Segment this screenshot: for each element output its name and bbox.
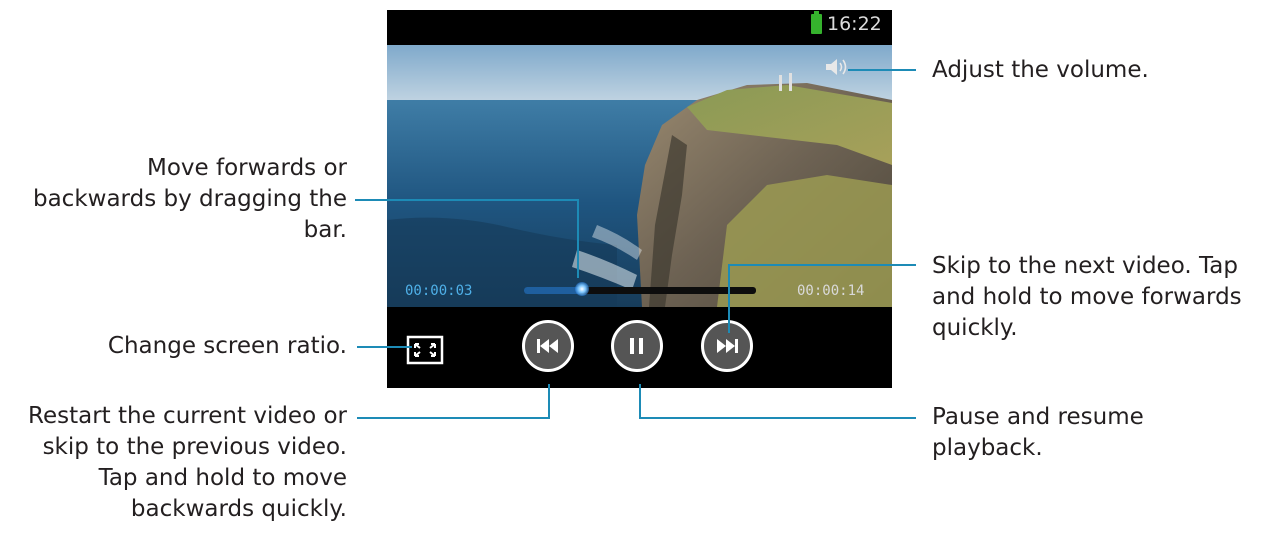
callout-seek: Move forwards or backwards by dragging t… <box>32 155 347 243</box>
callout-ratio: Change screen ratio. <box>107 333 347 359</box>
leader-pause <box>639 384 916 419</box>
callout-next: Skip to the next video. Tap and hold to … <box>932 253 1242 341</box>
callout-previous: Restart the current video or skip to the… <box>28 403 347 522</box>
leader-next <box>728 264 916 333</box>
leader-seek <box>355 199 579 278</box>
callout-pause: Pause and resume playback. <box>932 404 1144 461</box>
leader-previous <box>357 384 550 419</box>
callout-volume: Adjust the volume. <box>932 57 1149 83</box>
